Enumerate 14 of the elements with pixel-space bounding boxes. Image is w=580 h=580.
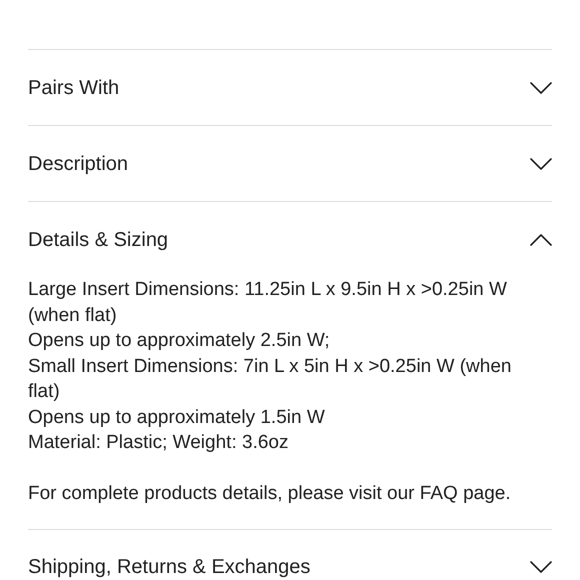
accordion-header[interactable]: Shipping, Returns & Exchanges: [28, 530, 552, 580]
accordion-header[interactable]: Description: [28, 126, 552, 201]
detail-line: Small Insert Dimensions: 7in L x 5in H x >0.25in W (when flat): [28, 354, 512, 404]
detail-line: Material: Plastic; Weight: 3.6oz: [28, 431, 290, 455]
accordion-header[interactable]: Details & Sizing: [28, 202, 552, 277]
faq-note: For complete products details, please visit our FAQ page.: [28, 482, 512, 506]
chevron-down-icon: [530, 82, 552, 94]
detail-line: Large Insert Dimensions: 11.25in L x 9.5in H x >0.25in W (when flat): [28, 278, 508, 328]
chevron-down-icon: [530, 158, 552, 170]
accordion-header[interactable]: Pairs With: [28, 50, 552, 125]
detail-line: Opens up to approximately 2.5in W;: [28, 329, 331, 353]
chevron-up-icon: [530, 234, 552, 246]
chevron-down-icon: [530, 561, 552, 573]
detail-line: Opens up to approximately 1.5in W: [28, 406, 326, 430]
